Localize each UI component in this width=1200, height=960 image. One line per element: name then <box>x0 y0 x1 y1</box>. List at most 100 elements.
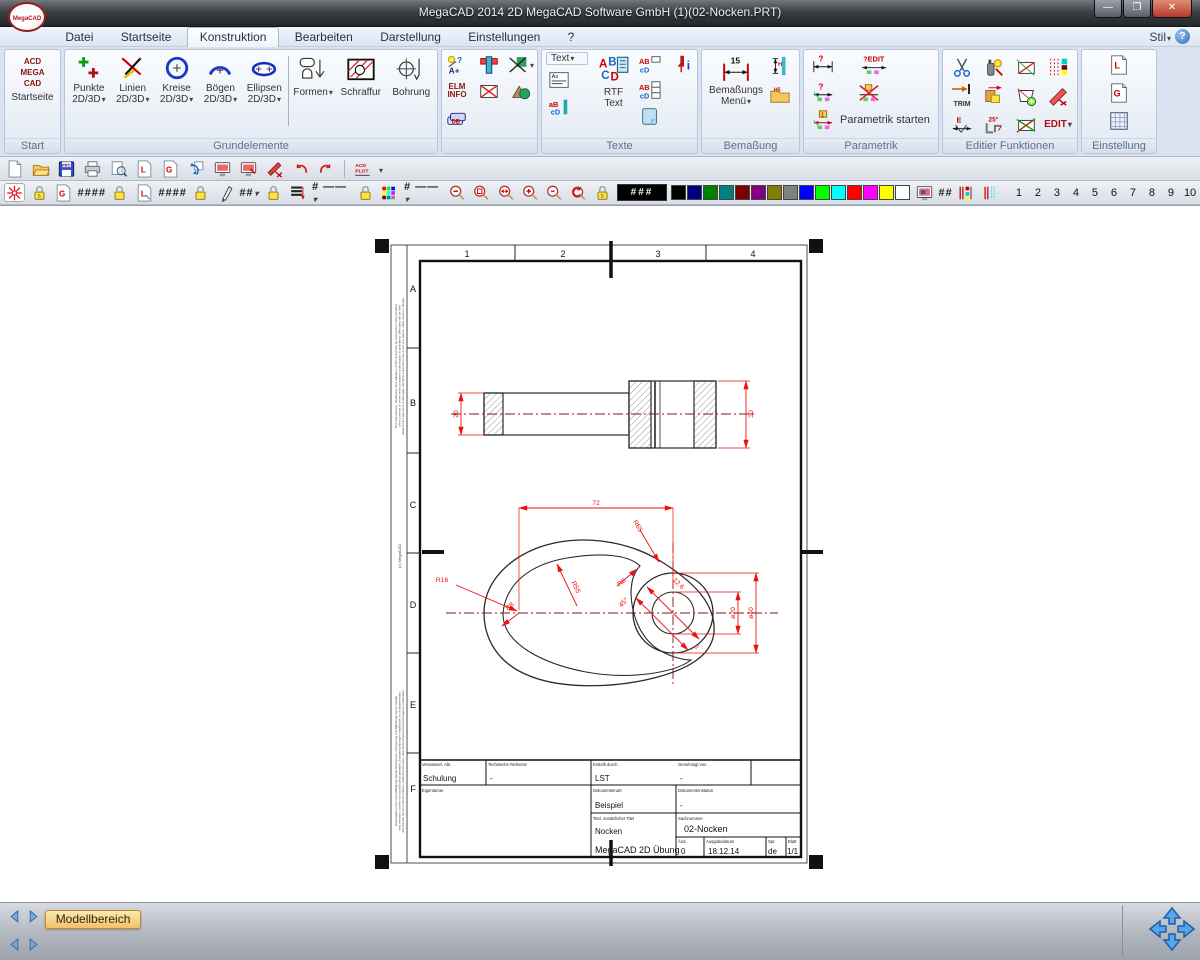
open-file-button[interactable] <box>30 159 51 178</box>
lock-local-icon[interactable] <box>191 183 211 202</box>
local-attr-icon[interactable]: L <box>134 183 154 202</box>
tab-darstellung[interactable]: Darstellung <box>368 28 453 47</box>
shapes-info-button[interactable] <box>508 79 534 103</box>
undo-button[interactable] <box>290 159 311 178</box>
color-swatch[interactable] <box>767 185 782 200</box>
close-button[interactable]: ✕ <box>1152 0 1192 18</box>
line-attributes-button[interactable] <box>1045 55 1071 79</box>
zoom-pan-button[interactable] <box>496 183 516 202</box>
color-swatch[interactable] <box>783 185 798 200</box>
pen-number-select[interactable]: ## <box>239 187 259 199</box>
tab-datei[interactable]: Datei <box>53 28 105 47</box>
startseite-button[interactable]: ACD MEGA CAD Startseite <box>5 50 60 103</box>
local-doc-button[interactable]: L <box>134 159 155 178</box>
layer-number-button[interactable]: 1 <box>1013 187 1025 199</box>
color-swatch[interactable] <box>703 185 718 200</box>
minimize-button[interactable]: — <box>1094 0 1122 18</box>
text-table-button[interactable]: ABcD <box>637 78 663 102</box>
rtf-text-button[interactable]: ABCD RTF Text <box>594 52 634 128</box>
local-hash-display[interactable]: #### <box>158 187 186 199</box>
layer-filter-button[interactable] <box>981 183 1001 202</box>
spray-delete-button[interactable] <box>981 55 1007 79</box>
tab-konstruktion[interactable]: Konstruktion <box>187 27 280 47</box>
layer-hash-display[interactable]: ## <box>938 187 952 199</box>
color-swatch[interactable] <box>719 185 734 200</box>
style-selector[interactable]: Stil <box>1149 30 1171 44</box>
view-prev-button[interactable] <box>6 937 22 953</box>
tab-bearbeiten[interactable]: Bearbeiten <box>283 28 365 47</box>
pen-button[interactable] <box>215 183 235 202</box>
line-delete-button[interactable] <box>1013 55 1039 79</box>
redo-button[interactable] <box>316 159 337 178</box>
tab-modellbereich[interactable]: Modellbereich <box>45 910 142 929</box>
print-preview-button[interactable] <box>108 159 129 178</box>
kreise-button[interactable]: Kreise 2D/3D <box>155 52 199 126</box>
layer-number-button[interactable]: 9 <box>1165 187 1177 199</box>
delete-element-button[interactable] <box>476 79 502 103</box>
zoom-in-button[interactable] <box>520 183 540 202</box>
global-settings-button[interactable]: G <box>1106 81 1132 105</box>
save-button[interactable]: PRT <box>56 159 77 178</box>
param-number-button[interactable]: 1 <box>810 108 836 132</box>
screen-settings-button[interactable] <box>238 159 259 178</box>
vertical-dimension-button[interactable]: H <box>767 54 793 78</box>
restore-button[interactable]: ❐ <box>1123 0 1151 18</box>
current-color-display[interactable]: ### <box>617 184 667 201</box>
toolbar-overflow-button[interactable] <box>378 162 383 176</box>
edit-dimension-button[interactable]: E <box>949 113 975 137</box>
tab-startseite[interactable]: Startseite <box>109 28 184 47</box>
layer-list-button[interactable] <box>957 183 977 202</box>
param-edit-dim-button[interactable]: ?EDIT <box>856 52 896 76</box>
linewidth-select[interactable]: # —— <box>312 181 352 205</box>
snap-star-button[interactable] <box>4 183 25 202</box>
layer-number-button[interactable]: 7 <box>1127 187 1139 199</box>
punkte-button[interactable]: Punkte 2D/3D <box>67 52 111 126</box>
ellipsen-button[interactable]: Ellipsen 2D/3D <box>242 52 286 126</box>
layer-number-button[interactable]: 5 <box>1089 187 1101 199</box>
grid-settings-button[interactable] <box>1106 109 1132 133</box>
lock-zoom-icon[interactable]: 5 <box>593 183 613 202</box>
local-settings-button[interactable]: L <box>1106 53 1132 77</box>
param-delete-button[interactable] <box>856 80 882 104</box>
global-doc-button[interactable]: G <box>160 159 181 178</box>
delete-redline-button[interactable] <box>264 159 285 178</box>
sheet-next-button[interactable] <box>25 908 41 924</box>
measure-tool-button[interactable] <box>476 53 502 77</box>
zoom-minus-button[interactable] <box>544 183 564 202</box>
lock-pen-icon[interactable] <box>263 183 283 202</box>
new-file-button[interactable] <box>4 159 25 178</box>
color-swatch[interactable] <box>847 185 862 200</box>
color-swatch[interactable] <box>895 185 910 200</box>
color-swatch[interactable] <box>687 185 702 200</box>
annotate-query-button[interactable]: ?A+ <box>444 53 470 77</box>
delete-options-button[interactable] <box>508 53 534 77</box>
bemassung-menu-button[interactable]: 15 Bemaßungs Menü <box>705 52 767 107</box>
plot-button[interactable]: ACDPLOT <box>352 159 373 178</box>
lock-global-icon[interactable] <box>110 183 130 202</box>
group-delete-button[interactable] <box>1013 113 1039 137</box>
color-palette-icon[interactable] <box>380 183 400 202</box>
zoom-window-button[interactable] <box>472 183 492 202</box>
tab-help[interactable]: ? <box>556 28 587 47</box>
text-dropdown[interactable]: Text <box>546 52 588 65</box>
print-button[interactable] <box>82 159 103 178</box>
sheet-prev-button[interactable] <box>6 908 22 924</box>
color-swatch[interactable] <box>831 185 846 200</box>
dimension-load-button[interactable]: H5 <box>767 82 793 106</box>
help-icon[interactable]: ? <box>1175 29 1190 44</box>
formen-button[interactable]: Formen <box>291 52 335 126</box>
schraffur-button[interactable]: Schraffur <box>335 52 386 126</box>
reload-button[interactable] <box>186 159 207 178</box>
layer-number-button[interactable]: 8 <box>1146 187 1158 199</box>
elm-info-button[interactable]: ELMINFO <box>444 79 470 103</box>
zoom-previous-button[interactable] <box>569 183 589 202</box>
text-frame-button[interactable]: ABcD <box>637 52 663 76</box>
layer-number-button[interactable]: 6 <box>1108 187 1120 199</box>
layer-number-button[interactable]: 10 <box>1184 187 1196 199</box>
screen-redraw-button[interactable] <box>212 159 233 178</box>
parametrik-starten-button[interactable]: Parametrik starten <box>840 114 930 126</box>
pin-info-button[interactable]: i <box>671 52 697 76</box>
edit-menu-button[interactable]: EDIT <box>1044 119 1072 130</box>
color-swatch[interactable] <box>799 185 814 200</box>
color-swatch[interactable] <box>735 185 750 200</box>
